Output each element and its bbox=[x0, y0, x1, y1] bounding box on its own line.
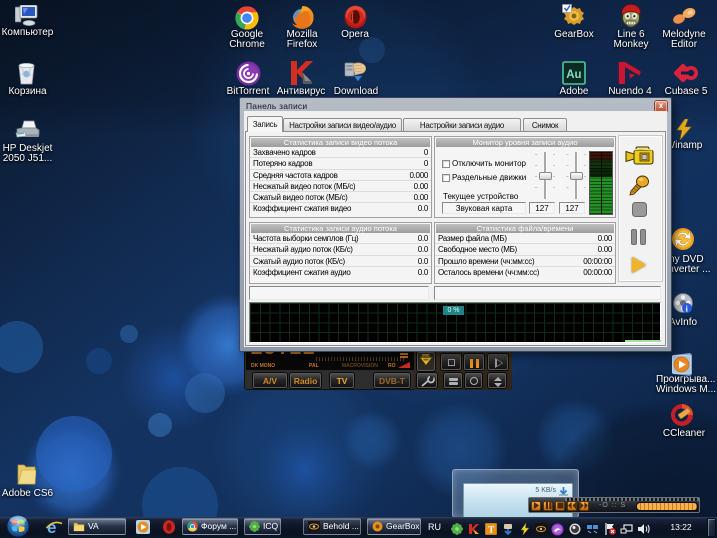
svg-text:T: T bbox=[488, 525, 494, 535]
svg-text:e: e bbox=[47, 518, 56, 536]
svg-text:VOL: VOL bbox=[422, 353, 431, 358]
svg-text:Au: Au bbox=[566, 69, 581, 81]
